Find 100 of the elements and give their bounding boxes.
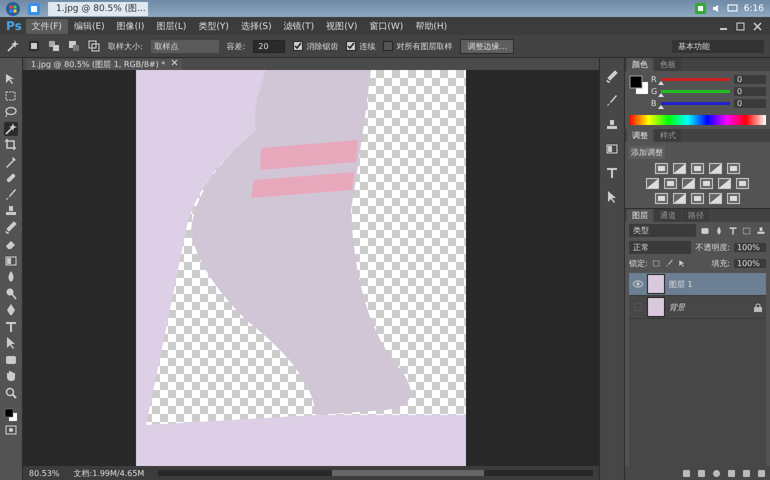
refine-edge-button[interactable]: 调整边缘...: [460, 38, 514, 54]
eye-icon[interactable]: [633, 280, 643, 288]
tolerance-field[interactable]: 20: [253, 40, 286, 52]
wand-tool-preset-icon[interactable]: [6, 39, 20, 53]
panel-history-icon[interactable]: [605, 70, 619, 84]
blend-mode-dropdown[interactable]: 正常: [629, 241, 692, 254]
adjustment-icon[interactable]: [727, 163, 740, 174]
wand-tool-icon[interactable]: [4, 122, 18, 136]
adjustment-icon[interactable]: [700, 178, 713, 189]
speaker-icon[interactable]: [712, 4, 721, 13]
menu-item[interactable]: 图层(L): [150, 18, 192, 34]
close-icon[interactable]: [171, 58, 178, 66]
color-swatches-icon[interactable]: [629, 75, 649, 95]
panel-tab[interactable]: 图层: [627, 209, 653, 222]
brush-tool-icon[interactable]: [4, 188, 18, 202]
marquee-tool-icon[interactable]: [4, 88, 18, 102]
slider-thumb[interactable]: [658, 93, 664, 97]
color-spectrum[interactable]: [629, 115, 766, 125]
app-taskbar-icon[interactable]: [28, 2, 40, 14]
filter-marquee-icon[interactable]: [742, 226, 752, 236]
lasso-tool-icon[interactable]: [4, 105, 18, 119]
color-swatches-icon[interactable]: [4, 408, 18, 422]
gradient-tool-icon[interactable]: [4, 254, 18, 268]
menu-item[interactable]: 窗口(W): [363, 18, 410, 34]
sample-size-dropdown[interactable]: 取样点: [150, 40, 219, 52]
adjustment-icon[interactable]: [691, 193, 704, 204]
opacity-field[interactable]: 100%: [734, 243, 766, 252]
adjustment-icon[interactable]: [736, 178, 749, 189]
panel-type-icon[interactable]: [605, 166, 619, 180]
quick-mask-icon[interactable]: [5, 424, 17, 434]
menu-item[interactable]: 图像(I): [110, 18, 150, 34]
adjustment-icon[interactable]: [682, 178, 695, 189]
adjustment-icon[interactable]: [664, 178, 677, 189]
panel-tab[interactable]: 调整: [627, 129, 653, 142]
adjustment-icon[interactable]: [655, 163, 668, 174]
scrollbar-thumb[interactable]: [332, 470, 484, 476]
lock-label: 锁定:: [629, 258, 648, 269]
checkbox[interactable]: [383, 41, 394, 51]
workspace-dropdown[interactable]: 基本功能: [672, 40, 764, 52]
adjustment-icon[interactable]: [691, 163, 704, 174]
network-icon[interactable]: [726, 4, 738, 13]
intersect-selection-icon[interactable]: [88, 40, 100, 52]
adjustment-icon[interactable]: [646, 178, 659, 189]
menu-item[interactable]: 滤镜(T): [278, 18, 320, 34]
panel-tab[interactable]: 色板: [655, 58, 681, 71]
crop-tool-icon[interactable]: [4, 138, 18, 152]
menu-item[interactable]: 文件(F): [26, 18, 68, 34]
slider-thumb[interactable]: [658, 105, 664, 109]
zoom-tool-icon[interactable]: [4, 386, 18, 400]
eyedropper-tool-icon[interactable]: [4, 154, 18, 168]
taskbar-task[interactable]: 1.jpg @ 80.5% (图...: [48, 2, 148, 16]
channel-value-field[interactable]: 0: [734, 99, 766, 108]
dodge-tool-icon[interactable]: [4, 286, 18, 300]
type-tool-icon[interactable]: [4, 320, 18, 334]
document-tab[interactable]: 1.jpg @ 80.5% (图层 1, RGB/8#) *: [27, 58, 182, 70]
menu-item[interactable]: 编辑(E): [68, 18, 111, 34]
filter-stamp-icon[interactable]: [756, 226, 766, 236]
stamp-tool-icon[interactable]: [4, 204, 18, 218]
panel-tab[interactable]: 路径: [683, 209, 709, 222]
adjustment-icon[interactable]: [709, 193, 722, 204]
checkbox[interactable]: [346, 41, 356, 51]
history-tool-icon[interactable]: [4, 220, 18, 234]
tray-app-icon[interactable]: [694, 3, 706, 14]
menu-item[interactable]: 选择(S): [234, 18, 278, 34]
maximize-icon[interactable]: [736, 22, 745, 30]
slider-thumb[interactable]: [658, 81, 664, 85]
start-orb-icon[interactable]: [6, 2, 20, 16]
subtract-selection-icon[interactable]: [68, 40, 80, 52]
fill-field[interactable]: 100%: [734, 259, 766, 268]
add-selection-icon[interactable]: [48, 40, 60, 52]
filter-blur-icon[interactable]: [714, 226, 724, 236]
panel-gradient-icon[interactable]: [605, 142, 619, 156]
adjustment-icon[interactable]: [727, 193, 740, 204]
panel-tab[interactable]: 通道: [655, 209, 681, 222]
close-icon[interactable]: [753, 22, 762, 30]
menu-item[interactable]: 类型(Y): [192, 18, 235, 34]
layer-row[interactable]: 背景: [629, 296, 766, 319]
panel-stamp-icon[interactable]: [605, 118, 619, 132]
channel-value-field[interactable]: 0: [734, 75, 766, 84]
filter-shape-icon[interactable]: [700, 226, 710, 236]
new-selection-icon[interactable]: [28, 40, 40, 52]
adjustment-icon[interactable]: [655, 193, 668, 204]
adjustment-icon[interactable]: [673, 193, 686, 204]
adjustment-icon[interactable]: [718, 178, 731, 189]
panel-tab[interactable]: 颜色: [627, 58, 653, 71]
lock-brush-icon[interactable]: [664, 259, 674, 268]
lock-marquee-icon[interactable]: [652, 259, 661, 268]
adjustment-icon[interactable]: [673, 163, 686, 174]
menu-item[interactable]: 帮助(H): [409, 18, 454, 34]
layer-filter-dropdown[interactable]: 类型: [629, 224, 696, 237]
pen-tool-icon[interactable]: [4, 303, 18, 317]
filter-type-icon[interactable]: [728, 226, 738, 236]
lock-move-icon[interactable]: [678, 259, 687, 268]
hand-tool-icon[interactable]: [4, 369, 18, 383]
panel-tab[interactable]: 样式: [655, 129, 681, 142]
adjustment-icon[interactable]: [709, 163, 722, 174]
menu-item[interactable]: 视图(V): [320, 18, 364, 34]
panel-brush-icon[interactable]: [605, 94, 619, 108]
checkbox[interactable]: [293, 41, 304, 51]
channel-value-field[interactable]: 0: [734, 87, 766, 96]
